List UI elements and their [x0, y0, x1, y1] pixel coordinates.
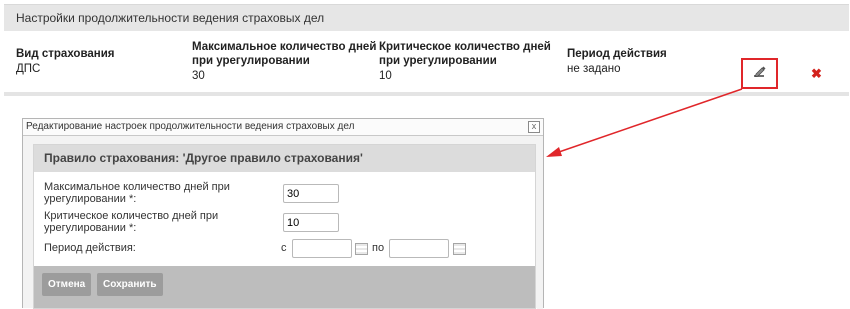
- column-period: Период действия не задано: [567, 40, 667, 76]
- cell-value: 10: [379, 70, 392, 82]
- edit-settings-dialog: Редактирование настроек продолжительност…: [22, 118, 544, 309]
- to-label: по: [372, 242, 385, 254]
- column-max-days: Максимальное количество дней при урегули…: [192, 40, 376, 83]
- cancel-button[interactable]: Отмена: [42, 273, 92, 296]
- column-header: Вид страхования: [16, 48, 115, 60]
- rule-title: Правило страхования: 'Другое правило стр…: [34, 145, 535, 172]
- pencil-icon[interactable]: [752, 64, 768, 80]
- column-insurance-type: Вид страхования ДПС: [16, 40, 115, 76]
- max-days-label: Максимальное количество дней при урегули…: [44, 181, 230, 205]
- save-button[interactable]: Сохранить: [97, 273, 163, 296]
- column-header: Максимальное количество дней: [192, 41, 377, 53]
- column-header: Критическое количество дней: [379, 41, 551, 53]
- from-label: с: [281, 242, 287, 254]
- delete-icon[interactable]: ✖: [811, 67, 822, 80]
- period-label: Период действия:: [44, 242, 136, 254]
- critical-days-label-line2: урегулировании *:: [44, 222, 137, 234]
- critical-days-label-line1: Критическое количество дней при: [44, 210, 219, 222]
- calendar-icon[interactable]: [355, 243, 368, 255]
- dialog-title: Редактирование настроек продолжительност…: [26, 121, 355, 132]
- critical-days-label: Критическое количество дней при урегулир…: [44, 210, 218, 234]
- column-header-line2: при урегулировании: [379, 55, 497, 67]
- max-days-label-line1: Максимальное количество дней при: [44, 181, 230, 193]
- dialog-button-bar: Отмена Сохранить: [34, 266, 535, 308]
- dialog-scrollbar[interactable]: [537, 136, 543, 309]
- close-icon[interactable]: x: [528, 121, 540, 133]
- critical-days-input[interactable]: [283, 213, 339, 232]
- column-header-line2: при урегулировании: [192, 55, 310, 67]
- panel-divider: [4, 92, 849, 96]
- dialog-title-bar: Редактирование настроек продолжительност…: [23, 119, 543, 136]
- calendar-icon[interactable]: [453, 243, 466, 255]
- column-header: Период действия: [567, 48, 667, 60]
- max-days-input[interactable]: [283, 184, 339, 203]
- period-from-input[interactable]: [292, 239, 352, 258]
- max-days-label-line2: урегулировании *:: [44, 193, 137, 205]
- column-critical-days: Критическое количество дней при урегулир…: [379, 40, 551, 83]
- settings-panel: Настройки продолжительности ведения стра…: [4, 4, 849, 96]
- settings-panel-title: Настройки продолжительности ведения стра…: [4, 4, 849, 31]
- rule-panel: Правило страхования: 'Другое правило стр…: [33, 144, 536, 309]
- cell-value: ДПС: [16, 63, 41, 75]
- cell-value: не задано: [567, 63, 621, 75]
- cell-value: 30: [192, 70, 205, 82]
- period-to-input[interactable]: [389, 239, 449, 258]
